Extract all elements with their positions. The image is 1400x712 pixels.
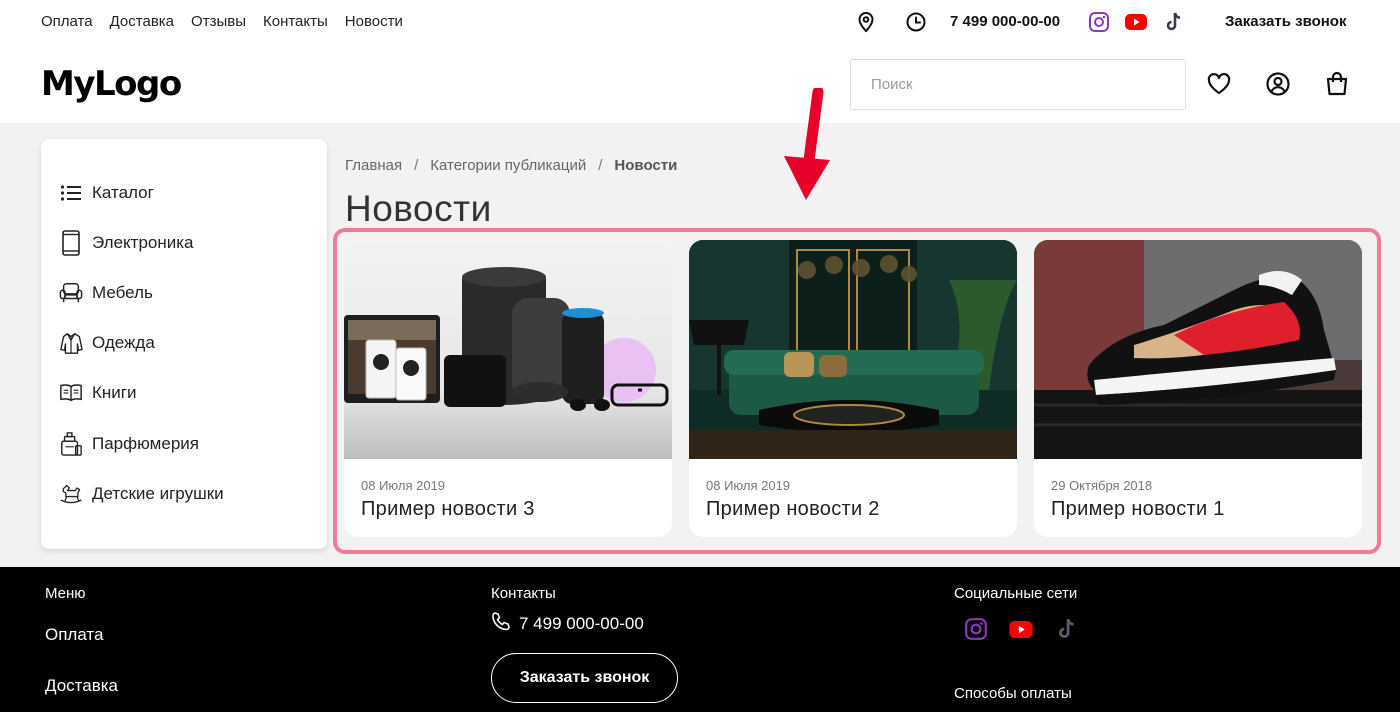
sneaker-photo	[1034, 240, 1362, 459]
clock-icon[interactable]	[903, 8, 929, 36]
armchair-icon	[59, 281, 83, 305]
green-living-room-photo	[689, 240, 1017, 459]
footer-link-delivery[interactable]: Доставка	[45, 676, 118, 696]
rocking-horse-icon	[59, 482, 83, 506]
news-date: 08 Июля 2019	[361, 478, 446, 493]
news-card[interactable]: 29 Октября 2018 Пример новости 1	[1034, 240, 1362, 537]
youtube-icon[interactable]	[1123, 8, 1149, 36]
news-date: 29 Октября 2018	[1051, 478, 1153, 493]
sidebar-item-furniture[interactable]: Мебель	[59, 278, 153, 308]
sidebar-item-label: Книги	[92, 383, 137, 402]
sidebar-item-label: Парфюмерия	[92, 434, 199, 453]
breadcrumb-separator: /	[414, 157, 419, 174]
category-sidebar: Каталог Электроника Мебель Одежда Книги …	[41, 139, 327, 549]
footer-phone-number: 7 499 000-00-00	[519, 613, 644, 633]
news-title[interactable]: Пример новости 1	[1051, 498, 1225, 521]
phone-icon	[491, 611, 511, 636]
top-bar: Оплата Доставка Отзывы Контакты Новости …	[0, 0, 1400, 44]
top-nav-delivery[interactable]: Доставка	[110, 13, 174, 30]
header: MyLogo	[0, 44, 1400, 123]
callback-link[interactable]: Заказать звонок	[1225, 13, 1346, 30]
top-nav-contacts[interactable]: Контакты	[263, 13, 328, 30]
list-icon	[59, 181, 83, 205]
user-icon[interactable]	[1264, 70, 1292, 98]
logo[interactable]: MyLogo	[41, 64, 182, 104]
tablet-icon	[59, 230, 83, 256]
breadcrumb-categories[interactable]: Категории публикаций	[430, 157, 586, 174]
sidebar-item-perfume[interactable]: Парфюмерия	[59, 429, 199, 459]
location-pin-icon[interactable]	[853, 8, 879, 36]
footer-payment-heading: Способы оплаты	[954, 685, 1072, 702]
footer-contacts-heading: Контакты	[491, 585, 556, 602]
sidebar-item-catalog[interactable]: Каталог	[59, 178, 154, 208]
sidebar-item-label: Мебель	[92, 283, 153, 302]
instagram-icon[interactable]	[1086, 8, 1112, 36]
electronics-devices-photo	[344, 240, 672, 459]
sidebar-item-label: Одежда	[92, 333, 155, 352]
instagram-icon[interactable]	[962, 615, 990, 643]
top-nav-reviews[interactable]: Отзывы	[191, 13, 246, 30]
breadcrumb-home[interactable]: Главная	[345, 157, 402, 174]
sidebar-item-label: Электроника	[92, 233, 194, 252]
page-title: Новости	[345, 188, 492, 229]
book-icon	[59, 381, 83, 405]
sidebar-item-label: Каталог	[92, 183, 154, 202]
news-card[interactable]: 08 Июля 2019 Пример новости 2	[689, 240, 1017, 537]
jacket-icon	[59, 331, 83, 355]
tiktok-icon[interactable]	[1161, 8, 1187, 36]
news-card[interactable]: 08 Июля 2019 Пример новости 3	[344, 240, 672, 537]
annotation-arrow	[782, 86, 832, 207]
breadcrumb-separator: /	[598, 157, 603, 174]
news-title[interactable]: Пример новости 3	[361, 498, 535, 521]
news-title[interactable]: Пример новости 2	[706, 498, 880, 521]
sidebar-item-clothing[interactable]: Одежда	[59, 328, 155, 358]
header-phone[interactable]: 7 499 000-00-00	[950, 13, 1060, 30]
sidebar-item-kids-toys[interactable]: Детские игрушки	[59, 479, 224, 509]
breadcrumb: Главная / Категории публикаций / Новости	[345, 157, 677, 174]
callback-button[interactable]: Заказать звонок	[491, 653, 678, 703]
sidebar-item-electronics[interactable]: Электроника	[59, 228, 194, 258]
footer-link-payment[interactable]: Оплата	[45, 625, 103, 645]
sidebar-item-label: Детские игрушки	[92, 484, 224, 503]
breadcrumb-current: Новости	[614, 157, 678, 174]
tiktok-icon[interactable]	[1053, 615, 1081, 643]
footer: Меню Оплата Доставка Контакты 7 499 000-…	[0, 567, 1400, 712]
footer-social-heading: Социальные сети	[954, 585, 1078, 602]
search-input[interactable]	[850, 59, 1186, 110]
perfume-icon	[59, 432, 83, 456]
top-nav: Оплата Доставка Отзывы Контакты Новости	[41, 13, 403, 30]
sidebar-item-books[interactable]: Книги	[59, 378, 136, 408]
footer-menu-heading: Меню	[45, 585, 86, 602]
shopping-bag-icon[interactable]	[1323, 70, 1351, 98]
top-nav-news[interactable]: Новости	[345, 13, 403, 30]
news-date: 08 Июля 2019	[706, 478, 791, 493]
heart-icon[interactable]	[1205, 70, 1233, 98]
top-nav-payment[interactable]: Оплата	[41, 13, 93, 30]
youtube-icon[interactable]	[1007, 615, 1035, 643]
footer-phone[interactable]: 7 499 000-00-00	[491, 611, 644, 636]
